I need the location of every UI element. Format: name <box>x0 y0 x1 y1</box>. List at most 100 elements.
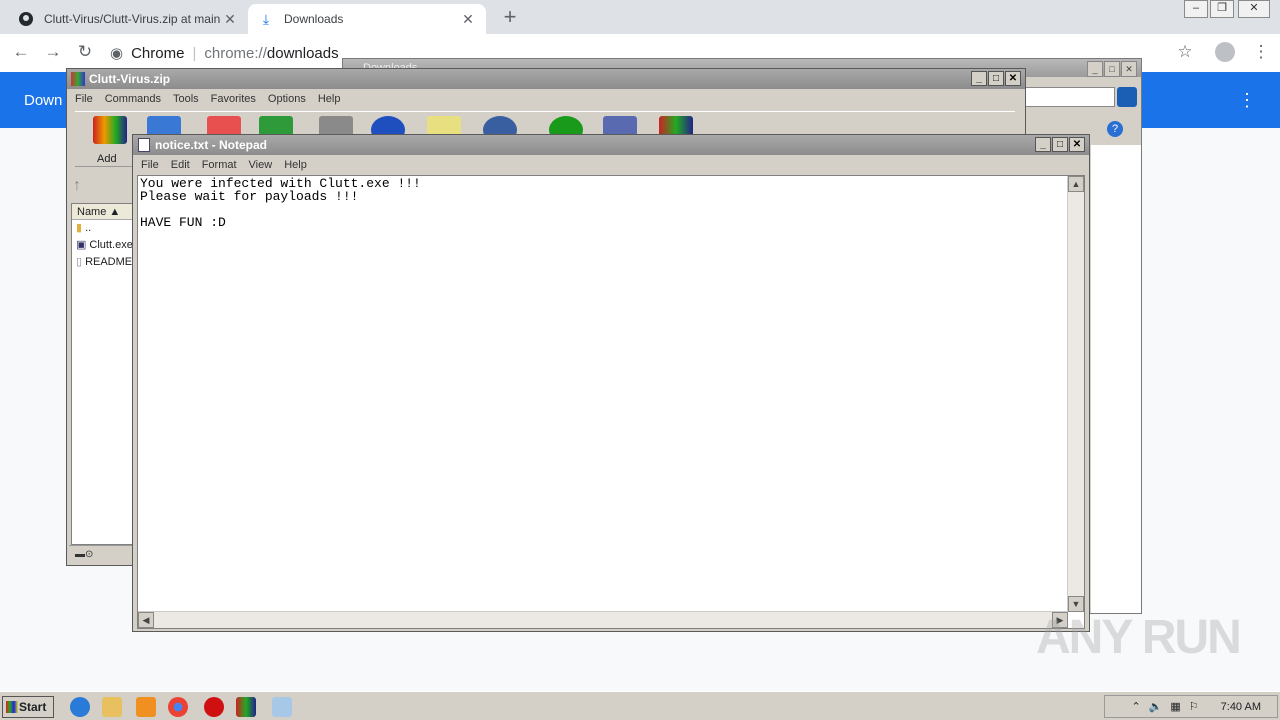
explorer-window-buttons: _ □ ✕ <box>1087 61 1137 77</box>
menu-help[interactable]: Help <box>284 155 307 175</box>
volume-icon[interactable]: 🔈 <box>1149 700 1163 713</box>
menu-help[interactable]: Help <box>318 89 341 109</box>
file-row-parent[interactable]: ▮.. <box>72 220 132 237</box>
omnibox-path: downloads <box>266 44 339 62</box>
menu-file[interactable]: File <box>141 155 159 175</box>
menu-format[interactable]: Format <box>202 155 237 175</box>
watermark-logo: ANY RUN <box>1036 611 1242 664</box>
chrome-menu-icon[interactable]: ⋮ <box>1250 41 1272 63</box>
chrome-logo-icon: ◉ <box>110 45 124 62</box>
restore-button[interactable]: ❐ <box>1210 0 1234 18</box>
notepad-text-area[interactable]: You were infected with Clutt.exe !!! Ple… <box>137 175 1085 629</box>
tray-expand-icon[interactable]: ⌃ <box>1131 700 1140 713</box>
winrar-title: Clutt-Virus.zip <box>89 72 171 86</box>
horizontal-scrollbar[interactable]: ◀ ▶ <box>138 611 1068 628</box>
file-name: .. <box>85 222 92 234</box>
column-header-name[interactable]: Name ▲ <box>72 204 132 220</box>
exe-icon: ▣ <box>76 239 87 251</box>
maximize-button[interactable]: □ <box>1104 61 1120 77</box>
notepad-title: notice.txt - Notepad <box>155 138 268 152</box>
close-button[interactable]: ✕ <box>1005 71 1021 86</box>
scroll-up-arrow-icon[interactable]: ▲ <box>1068 176 1084 192</box>
tab-downloads[interactable]: ⤓ Downloads ✕ <box>248 4 486 34</box>
system-tray: ⌃ 🔈 ▦ ⚐ 7:40 AM <box>1104 695 1278 718</box>
omnibox-site-label: Chrome <box>131 44 185 62</box>
file-name: Clutt.exe <box>89 239 132 251</box>
menu-options[interactable]: Options <box>268 89 306 109</box>
winrar-taskbar-icon[interactable] <box>236 697 256 717</box>
close-button[interactable]: ✕ <box>1121 61 1137 77</box>
minimize-button[interactable]: _ <box>971 71 987 86</box>
file-row-readme[interactable]: ▯ README <box>72 254 132 271</box>
text-file-icon: ▯ <box>76 256 83 268</box>
vertical-scrollbar[interactable]: ▲ ▼ <box>1067 176 1084 612</box>
file-name: README <box>85 256 132 268</box>
taskbar: Start ⌃ 🔈 ▦ ⚐ 7:40 AM <box>0 691 1280 720</box>
close-button[interactable]: ✕ <box>1069 137 1085 152</box>
maximize-button[interactable]: □ <box>1052 137 1068 152</box>
winrar-menubar: File Commands Tools Favorites Options He… <box>67 89 1025 109</box>
tab-github[interactable]: Clutt-Virus/Clutt-Virus.zip at main · N … <box>8 4 248 34</box>
up-arrow-icon[interactable]: ↑ <box>73 173 123 199</box>
menu-tools[interactable]: Tools <box>173 89 199 109</box>
file-list: Name ▲ ▮.. ▣ Clutt.exe ▯ README <box>71 203 133 545</box>
more-options-icon[interactable]: ⋮ <box>1238 90 1256 111</box>
close-icon[interactable]: ✕ <box>222 11 238 28</box>
media-player-icon[interactable] <box>136 697 156 717</box>
notepad-window-buttons: _ □ ✕ <box>1035 137 1085 152</box>
github-icon <box>18 11 34 27</box>
folder-icon: ▮ <box>76 222 83 234</box>
explorer-icon[interactable] <box>102 697 122 717</box>
star-icon[interactable]: ☆ <box>1174 41 1196 63</box>
column-name-label: Name <box>77 206 107 218</box>
search-icon[interactable] <box>1117 87 1137 107</box>
omnibox-divider: | <box>192 44 197 62</box>
winrar-window-buttons: _ □ ✕ <box>971 71 1021 86</box>
close-window-button[interactable]: ✕ <box>1238 0 1270 18</box>
help-icon[interactable]: ? <box>1107 121 1123 137</box>
explorer-search-input[interactable] <box>1023 87 1115 107</box>
notepad-taskbar-icon[interactable] <box>272 697 292 717</box>
add-archive-icon[interactable] <box>93 116 127 144</box>
notepad-icon <box>138 138 150 152</box>
notepad-window: notice.txt - Notepad _ □ ✕ File Edit Forma… <box>132 134 1090 632</box>
network-icon[interactable]: ▦ <box>1170 700 1180 713</box>
reload-icon[interactable]: ↻ <box>74 41 96 63</box>
start-button[interactable]: Start <box>2 696 54 718</box>
explorer-pane <box>1091 145 1141 613</box>
notepad-menubar: File Edit Format View Help <box>133 155 1089 175</box>
start-label: Start <box>19 700 47 714</box>
new-tab-button[interactable]: + <box>498 6 522 30</box>
menu-favorites[interactable]: Favorites <box>211 89 256 109</box>
file-row-exe[interactable]: ▣ Clutt.exe <box>72 237 132 254</box>
menu-view[interactable]: View <box>249 155 273 175</box>
winrar-icon <box>71 72 85 86</box>
drive-icon: ▬⊙ <box>75 549 94 560</box>
maximize-button[interactable]: □ <box>988 71 1004 86</box>
menu-commands[interactable]: Commands <box>105 89 161 109</box>
download-icon: ⤓ <box>262 10 270 27</box>
tab-label: Clutt-Virus/Clutt-Virus.zip at main · N <box>44 12 222 26</box>
ie-icon[interactable] <box>70 697 90 717</box>
minimize-button[interactable]: – <box>1184 0 1208 18</box>
forward-arrow-icon[interactable]: → <box>42 41 64 63</box>
flag-icon[interactable]: ⚐ <box>1189 700 1199 713</box>
menu-file[interactable]: File <box>75 89 93 109</box>
page-title: Down <box>24 92 63 109</box>
clock[interactable]: 7:40 AM <box>1221 701 1261 713</box>
windows-logo-icon <box>6 701 18 713</box>
chrome-icon[interactable] <box>168 697 188 717</box>
menu-edit[interactable]: Edit <box>171 155 190 175</box>
scroll-left-arrow-icon[interactable]: ◀ <box>138 612 154 628</box>
notepad-titlebar: notice.txt - Notepad _ □ ✕ <box>133 135 1089 155</box>
minimize-button[interactable]: _ <box>1087 61 1103 77</box>
winrar-titlebar: Clutt-Virus.zip _ □ ✕ <box>67 69 1025 89</box>
back-arrow-icon[interactable]: ← <box>10 41 32 63</box>
tab-label: Downloads <box>284 12 344 26</box>
notepad-content: You were infected with Clutt.exe !!! Ple… <box>140 176 421 230</box>
profile-avatar-icon[interactable] <box>1215 42 1235 62</box>
minimize-button[interactable]: _ <box>1035 137 1051 152</box>
opera-icon[interactable] <box>204 697 224 717</box>
close-icon[interactable]: ✕ <box>460 11 476 28</box>
add-label: Add <box>97 153 117 165</box>
